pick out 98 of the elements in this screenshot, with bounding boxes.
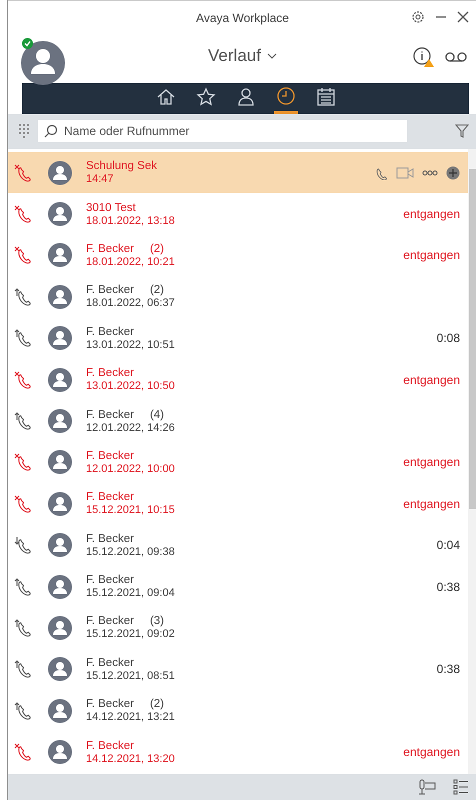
avatar-icon <box>48 574 72 599</box>
call-time: 18.01.2022, 06:37 <box>86 297 176 310</box>
call-info: 0:38 <box>436 580 460 594</box>
contact-name: F. Becker <box>86 450 134 462</box>
avatar-icon <box>48 409 72 434</box>
call-count: (2) <box>150 242 164 255</box>
call-info: entgangen <box>403 207 460 222</box>
call-info: entgangen <box>403 455 460 470</box>
voicemail-icon[interactable] <box>445 51 467 63</box>
calendar-icon <box>316 87 336 107</box>
call-row[interactable]: F. Becker 12.01.2022, 10:00 entgangen <box>8 442 468 484</box>
call-info: 0:08 <box>436 331 460 346</box>
contact-name: F. Becker <box>86 698 134 710</box>
contact-name: 3010 Test <box>86 202 136 214</box>
call-info: entgangen <box>403 496 460 511</box>
avatar-icon <box>48 326 72 350</box>
call-row[interactable]: F. Becker 13.01.2022, 10:50 entgangen <box>8 358 468 400</box>
view-dropdown[interactable]: Verlauf <box>188 45 298 67</box>
call-count: (2) <box>150 284 164 296</box>
call-time: 12.01.2022, 14:26 <box>86 422 176 434</box>
window-title: Avaya Workplace <box>196 11 289 25</box>
contact-name: F. Becker <box>86 367 134 380</box>
contact-name: F. Becker <box>86 242 134 255</box>
contact-name: F. Becker <box>86 574 134 586</box>
dialpad-icon[interactable] <box>18 123 30 139</box>
call-time: 18.01.2022, 10:21 <box>86 256 176 268</box>
contact-name: F. Becker <box>86 615 134 628</box>
add-icon[interactable] <box>446 166 460 180</box>
chevron-icon <box>266 53 277 59</box>
call-row[interactable]: Schulung Sek 14:47 <box>8 152 468 194</box>
call-row[interactable]: F. Becker 13.01.2022, 10:51 0:08 <box>8 318 468 359</box>
contact-name: Schulung Sek <box>86 160 157 172</box>
contact-name: F. Becker <box>86 408 134 421</box>
call-row[interactable]: F. Becker (2) 18.01.2022, 06:37 <box>8 276 468 318</box>
avatar-icon <box>48 202 72 226</box>
call-time: 14:47 <box>86 173 115 186</box>
avatar-icon <box>48 740 72 764</box>
call-row[interactable]: F. Becker 15.12.2021, 10:15 entgangen <box>8 483 468 525</box>
call-info: entgangen <box>403 248 460 262</box>
call-info: 0:04 <box>436 538 460 552</box>
call-time: 14.12.2021, 13:20 <box>86 752 176 765</box>
close-icon[interactable] <box>457 11 469 23</box>
settings-icon[interactable] <box>411 10 425 24</box>
more-icon[interactable] <box>422 170 438 176</box>
contact-name: F. Becker <box>86 326 134 338</box>
call-count: (4) <box>150 408 164 421</box>
call-time: 13.01.2022, 10:51 <box>86 338 176 351</box>
call-row[interactable]: F. Becker 15.12.2021, 09:04 0:38 <box>8 566 468 608</box>
microphone-camera-icon[interactable] <box>417 779 437 795</box>
contact-name: F. Becker <box>86 284 134 296</box>
contact-name: F. Becker <box>86 656 134 669</box>
call-time: 14.12.2021, 13:21 <box>86 711 176 724</box>
scrollbar[interactable] <box>468 149 476 774</box>
call-count: (2) <box>150 698 164 710</box>
avatar-icon <box>48 533 72 558</box>
call-row[interactable]: F. Becker (3) 15.12.2021, 09:02 <box>8 607 468 649</box>
contact-name: F. Becker <box>86 532 134 545</box>
call-time: 12.01.2022, 10:00 <box>86 462 176 475</box>
call-info: entgangen <box>403 745 460 760</box>
avatar-icon <box>48 698 72 723</box>
search-icon <box>44 124 58 138</box>
call-time: 13.01.2022, 10:50 <box>86 380 176 392</box>
call-time: 15.12.2021, 09:04 <box>86 587 176 600</box>
call-row[interactable]: F. Becker 15.12.2021, 09:38 0:04 <box>8 524 468 566</box>
contact-name: F. Becker <box>86 740 134 752</box>
avatar-icon[interactable] <box>21 41 65 85</box>
call-info: entgangen <box>403 372 460 387</box>
avatar-icon <box>48 657 72 682</box>
info-warning-icon[interactable] <box>413 47 435 67</box>
avatar-icon <box>48 160 72 185</box>
call-time: 15.12.2021, 10:15 <box>86 504 176 516</box>
call-time: 18.01.2022, 13:18 <box>86 214 176 227</box>
call-row[interactable]: 3010 Test 18.01.2022, 13:18 entgangen <box>8 193 468 235</box>
call-row[interactable]: F. Becker (2) 18.01.2022, 10:21 entgangen <box>8 234 468 276</box>
avatar-icon <box>48 492 72 516</box>
call-info: 0:38 <box>436 662 460 676</box>
call-row[interactable]: F. Becker (2) 14.12.2021, 13:21 <box>8 690 468 732</box>
star-icon <box>196 87 216 107</box>
call-time: 15.12.2021, 09:38 <box>86 546 176 558</box>
phone-icon[interactable] <box>374 166 388 180</box>
filter-icon[interactable] <box>455 124 469 138</box>
avatar-icon <box>48 368 72 392</box>
person-icon <box>236 87 256 107</box>
home-icon <box>156 87 176 107</box>
avatar-icon <box>48 450 72 474</box>
call-count: (3) <box>150 615 164 628</box>
call-time: 15.12.2021, 09:02 <box>86 628 176 640</box>
clock-icon <box>276 87 296 107</box>
call-row[interactable]: F. Becker 14.12.2021, 13:20 entgangen <box>8 731 468 773</box>
search-field[interactable]: Name oder Rufnummer <box>38 120 407 142</box>
call-time: 15.12.2021, 08:51 <box>86 670 176 682</box>
avatar-icon <box>48 243 72 268</box>
call-row[interactable]: F. Becker 15.12.2021, 08:51 0:38 <box>8 648 468 690</box>
avatar-icon <box>48 616 72 640</box>
avatar-icon <box>48 284 72 309</box>
contact-name: F. Becker <box>86 491 134 504</box>
call-row[interactable]: F. Becker (4) 12.01.2022, 14:26 <box>8 400 468 442</box>
list-icon[interactable] <box>453 779 469 795</box>
